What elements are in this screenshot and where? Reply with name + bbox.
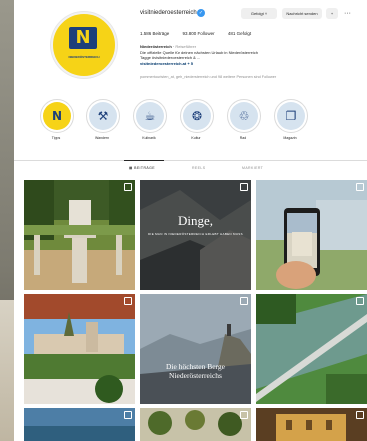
highlight-tipps-icon: N: [51, 109, 63, 123]
highlight-label: Wandern: [94, 136, 110, 140]
post-image-phone-photo: [256, 180, 367, 290]
instagram-profile-screen: N NIEDERÖSTERREICH visitniederoesterreic…: [14, 0, 367, 441]
following-button[interactable]: Gefolgt ˅: [241, 8, 277, 19]
highlight-wandern[interactable]: ⚒ Wandern: [86, 99, 120, 140]
hiker-icon: ⚒: [97, 109, 109, 123]
tab-reels[interactable]: REELS: [192, 166, 205, 170]
highlight-label: Rad: [239, 136, 247, 140]
tab-tagged[interactable]: MARKIERT: [242, 166, 263, 170]
profile-username: visitniederoesterreich: [140, 10, 197, 16]
multiple-photos-icon: [124, 411, 132, 419]
post-tile[interactable]: Dinge, DIE MAN IN NIEDERÖSTERREICH ERLEB…: [140, 180, 251, 290]
post-title: Die höchsten Berge Niederösterreichs: [165, 362, 225, 380]
post-image-vineyard: [140, 408, 251, 441]
brand-logo-icon: N: [69, 27, 97, 49]
post-image-palace: [256, 408, 367, 441]
highlight-label: Kulinarik: [142, 136, 156, 140]
culture-icon: ❂: [191, 109, 203, 123]
posts-count: 1.586 Beiträge: [140, 31, 170, 36]
post-tile[interactable]: [140, 408, 251, 441]
followers-count[interactable]: 93.800 Follower: [183, 31, 215, 36]
post-image-town-church: [24, 294, 135, 404]
post-image-river-bridge: [256, 294, 367, 404]
highlight-label: Kultur: [191, 136, 201, 140]
tabs-divider: [14, 160, 367, 161]
posts-grid: Dinge, DIE MAN IN NIEDERÖSTERREICH ERLEB…: [24, 180, 367, 441]
post-subtitle: DIE MAN IN NIEDERÖSTERREICH ERLEBT HABEN…: [148, 232, 243, 236]
highlight-kulinarik[interactable]: ☕ Kulinarik: [133, 99, 167, 140]
multiple-photos-icon: [356, 183, 364, 191]
post-tile[interactable]: [24, 408, 135, 441]
magazine-icon: ❐: [285, 109, 297, 123]
highlight-rad[interactable]: ♲ Rad: [227, 99, 261, 140]
followed-by-text[interactable]: pommertouristen_at, geh_niedersterreich …: [140, 75, 276, 79]
bio-name: Niederösterreich: [140, 44, 172, 49]
post-tile[interactable]: Die höchsten Berge Niederösterreichs: [140, 294, 251, 404]
multiple-photos-icon: [124, 183, 132, 191]
bicycle-icon: ♲: [238, 109, 250, 123]
bio-category: Reiseführer: [175, 44, 197, 49]
bio-link[interactable]: visitniederoesterreich.at + 5: [140, 61, 340, 67]
highlight-kultur[interactable]: ❂ Kultur: [180, 99, 214, 140]
post-tile[interactable]: [256, 294, 367, 404]
highlight-label: Tipps: [51, 136, 61, 140]
post-image-lake: [24, 408, 135, 441]
send-message-button[interactable]: Nachricht senden: [282, 8, 322, 19]
multiple-photos-icon: [356, 411, 364, 419]
add-person-button[interactable]: +: [326, 8, 338, 19]
highlight-tipps[interactable]: N Tipps: [40, 99, 74, 140]
highlight-magazin[interactable]: ❐ Magazin: [274, 99, 308, 140]
profile-avatar[interactable]: N NIEDERÖSTERREICH: [51, 12, 117, 78]
post-tile[interactable]: [256, 408, 367, 441]
more-options-icon[interactable]: ···: [344, 8, 351, 19]
profile-bio: Niederösterreich · Reiseführer Die offiz…: [140, 44, 340, 66]
following-count[interactable]: 481 Gefolgt: [228, 31, 251, 36]
highlight-label: Magazin: [283, 136, 297, 140]
profile-stats: 1.586 Beiträge 93.800 Follower 481 Gefol…: [140, 31, 263, 36]
avatar-subtext: NIEDERÖSTERREICH: [68, 55, 100, 59]
post-image-mountains: [140, 294, 251, 404]
multiple-photos-icon: [356, 297, 364, 305]
post-tile[interactable]: [24, 180, 135, 290]
multiple-photos-icon: [240, 297, 248, 305]
post-image-monument-garden: [24, 180, 135, 290]
post-tile[interactable]: [256, 180, 367, 290]
verified-badge-icon: ✓: [197, 9, 205, 17]
multiple-photos-icon: [240, 183, 248, 191]
post-tile[interactable]: [24, 294, 135, 404]
post-title: Dinge,: [177, 213, 214, 228]
cutlery-icon: ☕: [144, 109, 156, 123]
multiple-photos-icon: [240, 411, 248, 419]
active-tab-indicator: [124, 160, 164, 161]
multiple-photos-icon: [124, 297, 132, 305]
tab-posts[interactable]: ▦ BEITRÄGE: [129, 166, 155, 170]
